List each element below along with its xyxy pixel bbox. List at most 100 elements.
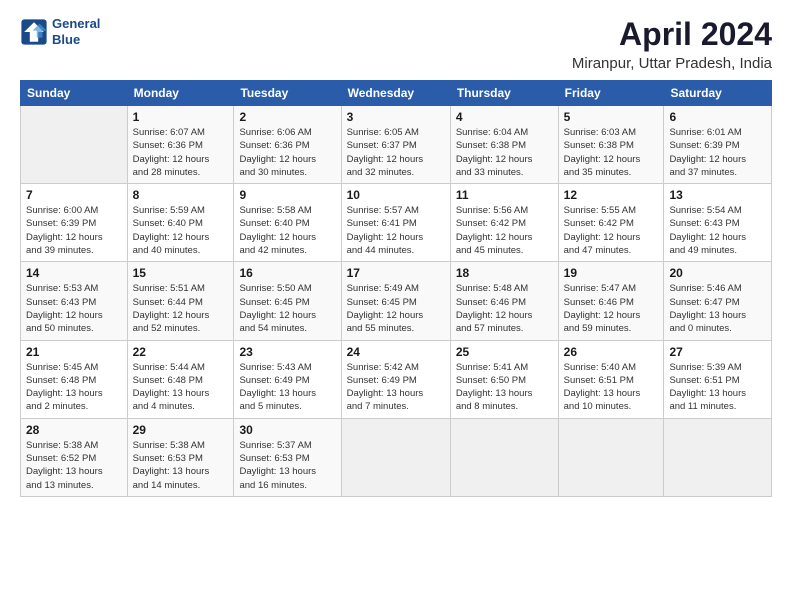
day-number: 21 [26, 345, 122, 359]
day-number: 28 [26, 423, 122, 437]
day-number: 26 [564, 345, 659, 359]
calendar-week-3: 14 Sunrise: 5:53 AM Sunset: 6:43 PM Dayli… [21, 262, 772, 340]
calendar-cell: 3 Sunrise: 6:05 AM Sunset: 6:37 PM Daylig… [341, 106, 450, 184]
calendar-table: SundayMondayTuesdayWednesdayThursdayFrid… [20, 80, 772, 497]
calendar-cell: 9 Sunrise: 5:58 AM Sunset: 6:40 PM Daylig… [234, 184, 341, 262]
day-detail: Sunrise: 5:47 AM Sunset: 6:46 PM Dayligh… [564, 282, 659, 335]
logo: General Blue [20, 16, 100, 47]
header: General Blue April 2024 Miranpur, Uttar … [20, 16, 772, 72]
calendar-cell: 28 Sunrise: 5:38 AM Sunset: 6:52 PM Dayli… [21, 418, 128, 496]
day-number: 16 [239, 266, 335, 280]
calendar-cell: 21 Sunrise: 5:45 AM Sunset: 6:48 PM Dayli… [21, 340, 128, 418]
calendar-cell [450, 418, 558, 496]
day-detail: Sunrise: 5:54 AM Sunset: 6:43 PM Dayligh… [669, 204, 766, 257]
calendar-cell: 11 Sunrise: 5:56 AM Sunset: 6:42 PM Dayli… [450, 184, 558, 262]
day-detail: Sunrise: 5:38 AM Sunset: 6:53 PM Dayligh… [133, 439, 229, 492]
day-detail: Sunrise: 6:04 AM Sunset: 6:38 PM Dayligh… [456, 126, 553, 179]
calendar-cell: 6 Sunrise: 6:01 AM Sunset: 6:39 PM Daylig… [664, 106, 772, 184]
col-header-sunday: Sunday [21, 81, 128, 106]
day-detail: Sunrise: 5:57 AM Sunset: 6:41 PM Dayligh… [347, 204, 445, 257]
day-number: 22 [133, 345, 229, 359]
day-detail: Sunrise: 6:06 AM Sunset: 6:36 PM Dayligh… [239, 126, 335, 179]
day-number: 14 [26, 266, 122, 280]
day-number: 23 [239, 345, 335, 359]
day-detail: Sunrise: 6:01 AM Sunset: 6:39 PM Dayligh… [669, 126, 766, 179]
day-detail: Sunrise: 5:51 AM Sunset: 6:44 PM Dayligh… [133, 282, 229, 335]
col-header-thursday: Thursday [450, 81, 558, 106]
day-number: 11 [456, 188, 553, 202]
calendar-cell: 25Sunrise: 5:41 AM Sunset: 6:50 PM Dayli… [450, 340, 558, 418]
col-header-saturday: Saturday [664, 81, 772, 106]
calendar-cell: 12 Sunrise: 5:55 AM Sunset: 6:42 PM Dayli… [558, 184, 664, 262]
day-detail: Sunrise: 5:56 AM Sunset: 6:42 PM Dayligh… [456, 204, 553, 257]
day-detail: Sunrise: 6:07 AM Sunset: 6:36 PM Dayligh… [133, 126, 229, 179]
day-number: 24 [347, 345, 445, 359]
day-detail: Sunrise: 5:38 AM Sunset: 6:52 PM Dayligh… [26, 439, 122, 492]
calendar-cell: 5Sunrise: 6:03 AM Sunset: 6:38 PM Daylig… [558, 106, 664, 184]
day-detail: Sunrise: 5:48 AM Sunset: 6:46 PM Dayligh… [456, 282, 553, 335]
calendar-cell: 13 Sunrise: 5:54 AM Sunset: 6:43 PM Dayli… [664, 184, 772, 262]
day-number: 3 [347, 110, 445, 124]
day-number: 9 [239, 188, 335, 202]
day-detail: Sunrise: 5:37 AM Sunset: 6:53 PM Dayligh… [239, 439, 335, 492]
calendar-cell: 24 Sunrise: 5:42 AM Sunset: 6:49 PM Dayli… [341, 340, 450, 418]
day-detail: Sunrise: 5:50 AM Sunset: 6:45 PM Dayligh… [239, 282, 335, 335]
col-header-wednesday: Wednesday [341, 81, 450, 106]
day-number: 27 [669, 345, 766, 359]
day-detail: Sunrise: 5:39 AM Sunset: 6:51 PM Dayligh… [669, 361, 766, 414]
calendar-cell: 7Sunrise: 6:00 AM Sunset: 6:39 PM Daylig… [21, 184, 128, 262]
day-number: 13 [669, 188, 766, 202]
logo-icon [20, 18, 48, 46]
day-detail: Sunrise: 5:49 AM Sunset: 6:45 PM Dayligh… [347, 282, 445, 335]
calendar-cell [341, 418, 450, 496]
logo-text: General Blue [52, 16, 100, 47]
day-detail: Sunrise: 5:44 AM Sunset: 6:48 PM Dayligh… [133, 361, 229, 414]
day-detail: Sunrise: 5:58 AM Sunset: 6:40 PM Dayligh… [239, 204, 335, 257]
day-number: 8 [133, 188, 229, 202]
col-header-friday: Friday [558, 81, 664, 106]
calendar-cell: 22 Sunrise: 5:44 AM Sunset: 6:48 PM Dayli… [127, 340, 234, 418]
col-header-tuesday: Tuesday [234, 81, 341, 106]
calendar-cell: 4 Sunrise: 6:04 AM Sunset: 6:38 PM Daylig… [450, 106, 558, 184]
calendar-cell: 18 Sunrise: 5:48 AM Sunset: 6:46 PM Dayli… [450, 262, 558, 340]
title-block: April 2024 Miranpur, Uttar Pradesh, Indi… [572, 16, 772, 72]
col-header-monday: Monday [127, 81, 234, 106]
day-detail: Sunrise: 6:05 AM Sunset: 6:37 PM Dayligh… [347, 126, 445, 179]
day-detail: Sunrise: 5:43 AM Sunset: 6:49 PM Dayligh… [239, 361, 335, 414]
calendar-cell: 26 Sunrise: 5:40 AM Sunset: 6:51 PM Dayli… [558, 340, 664, 418]
day-number: 6 [669, 110, 766, 124]
main-title: April 2024 [572, 16, 772, 53]
calendar-cell: 1 Sunrise: 6:07 AM Sunset: 6:36 PM Daylig… [127, 106, 234, 184]
day-number: 4 [456, 110, 553, 124]
calendar-cell [664, 418, 772, 496]
calendar-cell: 30Sunrise: 5:37 AM Sunset: 6:53 PM Dayli… [234, 418, 341, 496]
day-detail: Sunrise: 5:46 AM Sunset: 6:47 PM Dayligh… [669, 282, 766, 335]
day-detail: Sunrise: 5:55 AM Sunset: 6:42 PM Dayligh… [564, 204, 659, 257]
calendar-week-5: 28 Sunrise: 5:38 AM Sunset: 6:52 PM Dayli… [21, 418, 772, 496]
calendar-cell [558, 418, 664, 496]
calendar-cell: 19Sunrise: 5:47 AM Sunset: 6:46 PM Dayli… [558, 262, 664, 340]
page: General Blue April 2024 Miranpur, Uttar … [0, 0, 792, 612]
day-number: 17 [347, 266, 445, 280]
day-detail: Sunrise: 5:45 AM Sunset: 6:48 PM Dayligh… [26, 361, 122, 414]
calendar-week-2: 7Sunrise: 6:00 AM Sunset: 6:39 PM Daylig… [21, 184, 772, 262]
calendar-week-1: 1 Sunrise: 6:07 AM Sunset: 6:36 PM Daylig… [21, 106, 772, 184]
calendar-cell: 20Sunrise: 5:46 AM Sunset: 6:47 PM Dayli… [664, 262, 772, 340]
day-detail: Sunrise: 5:53 AM Sunset: 6:43 PM Dayligh… [26, 282, 122, 335]
day-detail: Sunrise: 5:59 AM Sunset: 6:40 PM Dayligh… [133, 204, 229, 257]
day-number: 7 [26, 188, 122, 202]
day-number: 12 [564, 188, 659, 202]
calendar-cell: 23 Sunrise: 5:43 AM Sunset: 6:49 PM Dayli… [234, 340, 341, 418]
calendar-cell: 8 Sunrise: 5:59 AM Sunset: 6:40 PM Daylig… [127, 184, 234, 262]
day-detail: Sunrise: 6:03 AM Sunset: 6:38 PM Dayligh… [564, 126, 659, 179]
subtitle: Miranpur, Uttar Pradesh, India [572, 55, 772, 72]
calendar-week-4: 21 Sunrise: 5:45 AM Sunset: 6:48 PM Dayli… [21, 340, 772, 418]
day-number: 10 [347, 188, 445, 202]
day-detail: Sunrise: 5:40 AM Sunset: 6:51 PM Dayligh… [564, 361, 659, 414]
day-detail: Sunrise: 5:42 AM Sunset: 6:49 PM Dayligh… [347, 361, 445, 414]
calendar-cell [21, 106, 128, 184]
day-number: 25 [456, 345, 553, 359]
day-number: 18 [456, 266, 553, 280]
calendar-cell: 10 Sunrise: 5:57 AM Sunset: 6:41 PM Dayli… [341, 184, 450, 262]
day-number: 1 [133, 110, 229, 124]
